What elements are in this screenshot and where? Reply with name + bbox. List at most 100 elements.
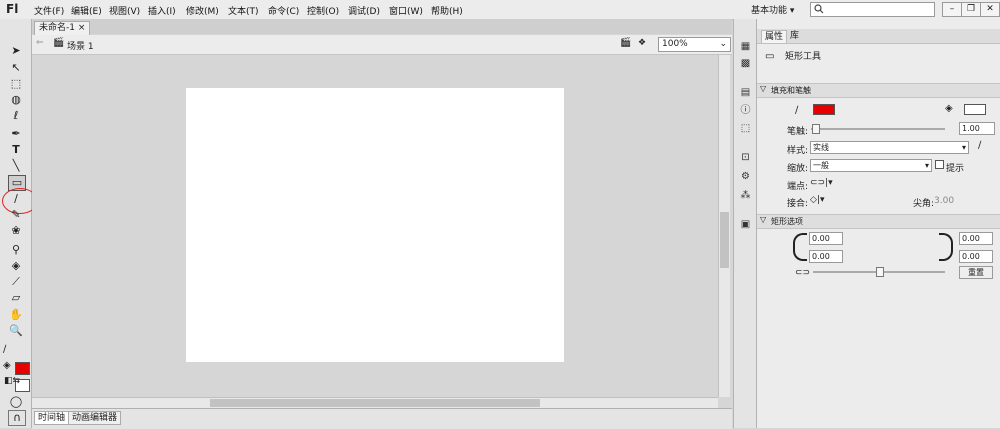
menubar: Fl 文件(F) 编辑(E) 视图(V) 插入(I) 修改(M) 文本(T) 命… (0, 0, 1000, 20)
corner-top-left-field[interactable]: 0.00 (809, 232, 843, 245)
style-select[interactable]: 实线 ▾ (810, 141, 969, 154)
components-panel-icon[interactable]: ⊡ (739, 152, 752, 164)
scene-bar: ⇐ 🎬 场景 1 🎬 ❖ 100% ⌄ (32, 35, 732, 55)
swap-colors-icon[interactable]: ◧⇆ (4, 376, 20, 386)
info-panel-icon[interactable]: ⓘ (739, 105, 752, 117)
menu-debug[interactable]: 调试(D) (348, 4, 380, 17)
hint-checkbox[interactable] (935, 160, 944, 169)
corner-bottom-right-icon (939, 247, 953, 261)
deco-icon[interactable]: ❀ (8, 224, 24, 238)
horizontal-scroll-thumb[interactable] (210, 399, 540, 407)
fill-color-chip[interactable] (964, 104, 986, 115)
cap-select[interactable]: ⊂⊃|▾ (810, 178, 833, 188)
code-snippets-icon[interactable]: ▣ (739, 219, 752, 231)
stroke-width-field[interactable]: 1.00 (959, 122, 995, 135)
tab-timeline[interactable]: 时间轴 (34, 411, 70, 425)
eraser-icon[interactable]: ▱ (8, 291, 24, 305)
eyedropper-icon[interactable]: ⟋ (8, 275, 24, 289)
stage[interactable] (186, 88, 564, 362)
miter-value[interactable]: 3.00 (934, 196, 954, 206)
scale-value: 一般 (813, 161, 829, 170)
tab-motion-editor[interactable]: 动画编辑器 (68, 411, 122, 425)
stroke-width-slider[interactable] (811, 128, 945, 130)
document-tabbar: 未命名-1 × (32, 19, 732, 35)
pen-icon[interactable]: ✒ (8, 127, 24, 141)
lasso-icon[interactable]: ℓ (8, 109, 24, 123)
workspace-switcher[interactable]: 基本功能 ▾ (751, 3, 794, 16)
tool-name: 矩形工具 (785, 52, 822, 62)
lock-corners-icon[interactable]: ⊂⊃ (795, 268, 810, 278)
pasteboard[interactable] (32, 55, 718, 397)
menu-view[interactable]: 视图(V) (109, 4, 140, 17)
menu-text[interactable]: 文本(T) (228, 4, 259, 17)
chevron-down-icon: ▾ (961, 143, 966, 152)
stroke-color-chip[interactable] (813, 104, 835, 115)
corner-bottom-right-field[interactable]: 0.00 (959, 250, 993, 263)
style-label: 样式: (787, 146, 809, 156)
corner-top-right-icon (939, 233, 953, 247)
document-tab[interactable]: 未命名-1 × (34, 21, 91, 35)
tab-library[interactable]: 库 (787, 30, 802, 42)
object-drawing-icon[interactable]: ◯ (8, 395, 24, 409)
text-icon[interactable]: T (8, 143, 24, 157)
align-panel-icon[interactable]: ▤ (739, 87, 752, 99)
menu-window[interactable]: 窗口(W) (389, 4, 423, 17)
reset-button[interactable]: 重置 (959, 266, 993, 279)
edit-symbols-icon[interactable]: ❖ (638, 38, 646, 48)
join-select[interactable]: ◇|▾ (810, 195, 824, 205)
properties-panel: 属性 库 ▭ 矩形工具 ▽ 填充和笔触 ∕ ◈ 笔触: 1.00 样式: 实线 … (757, 19, 1000, 428)
edit-scene-icon[interactable]: 🎬 (620, 38, 631, 48)
search-icon (814, 4, 824, 17)
paint-bucket-icon[interactable]: ◈ (8, 259, 24, 273)
join-label: 接合: (787, 199, 809, 209)
horizontal-scrollbar[interactable] (32, 397, 718, 408)
corner-top-right-field[interactable]: 0.00 (959, 232, 993, 245)
minimize-button[interactable]: – (942, 2, 962, 17)
close-button[interactable]: ✕ (980, 2, 1000, 17)
restore-button[interactable]: ❐ (961, 2, 981, 17)
menu-modify[interactable]: 修改(M) (186, 4, 219, 17)
menu-insert[interactable]: 插入(I) (148, 4, 176, 17)
fill-stroke-section[interactable]: ▽ 填充和笔触 (757, 83, 1000, 98)
menu-commands[interactable]: 命令(C) (268, 4, 299, 17)
zoom-icon[interactable]: 🔍 (8, 324, 24, 338)
stroke-width-knob[interactable] (812, 124, 820, 134)
stroke-color-swatch[interactable] (15, 362, 30, 375)
corner-radius-knob[interactable] (876, 267, 884, 277)
snap-icon[interactable]: ∩ (8, 410, 26, 426)
stroke-pencil-icon: ∕ (795, 105, 799, 116)
pencil-icon[interactable]: ∕ (8, 192, 24, 206)
subselection-icon[interactable]: ↖ (8, 61, 24, 75)
selection-icon[interactable]: ➤ (8, 44, 24, 58)
rect-options-section[interactable]: ▽ 矩形选项 (757, 214, 1000, 229)
menu-help[interactable]: 帮助(H) (431, 4, 463, 17)
search-input[interactable] (810, 2, 935, 17)
rect-options-header: 矩形选项 (771, 217, 803, 226)
transform-panel-icon[interactable]: ⬚ (739, 123, 752, 135)
3d-rotation-icon[interactable]: ◍ (8, 93, 24, 107)
menu-control[interactable]: 控制(O) (307, 4, 339, 17)
edit-stroke-style-icon[interactable]: ∕ (978, 140, 981, 151)
scale-select[interactable]: 一般 ▾ (810, 159, 932, 172)
behaviors-icon[interactable]: ⁂ (739, 190, 752, 202)
free-transform-icon[interactable]: ⬚ (8, 77, 24, 91)
collapse-icon: ▽ (760, 84, 767, 93)
brush-icon[interactable]: ✎ (8, 208, 24, 222)
stroke-color-icon: ∕ (3, 344, 7, 355)
swatches-panel-icon[interactable]: ▩ (739, 58, 752, 70)
close-tab-icon[interactable]: × (78, 23, 86, 33)
color-panel-icon[interactable]: ▦ (739, 41, 752, 53)
hand-icon[interactable]: ✋ (8, 308, 24, 322)
line-icon[interactable]: ╲ (8, 159, 24, 173)
menu-edit[interactable]: 编辑(E) (71, 4, 102, 17)
scene-name: 场景 1 (67, 42, 94, 52)
corner-bottom-left-field[interactable]: 0.00 (809, 250, 843, 263)
motion-presets-icon[interactable]: ⚙ (739, 171, 752, 183)
vertical-scrollbar[interactable] (718, 55, 730, 397)
bone-icon[interactable]: ⚲ (8, 243, 24, 257)
tab-properties[interactable]: 属性 (761, 30, 788, 43)
vertical-scroll-thumb[interactable] (720, 212, 729, 268)
menu-file[interactable]: 文件(F) (34, 4, 64, 17)
back-arrow-icon[interactable]: ⇐ (36, 38, 44, 48)
zoom-select[interactable]: 100% ⌄ (658, 37, 731, 52)
